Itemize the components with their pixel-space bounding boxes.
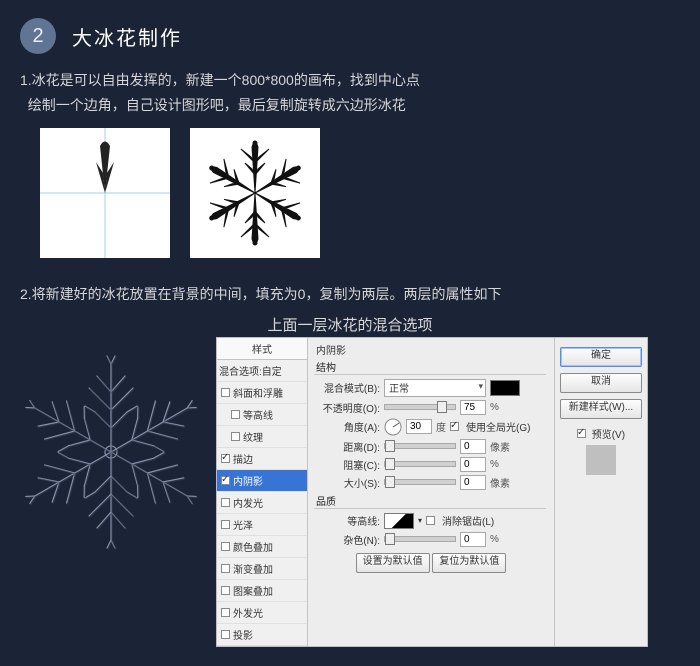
angle-unit: 度 <box>436 419 446 434</box>
percent-unit: % <box>490 534 499 545</box>
size-input[interactable] <box>460 475 486 490</box>
style-item-drop-shadow[interactable]: 投影 <box>217 624 307 646</box>
style-item-satin[interactable]: 光泽 <box>217 514 307 536</box>
noise-input[interactable] <box>460 532 486 547</box>
reset-default-button[interactable]: 复位为默认值 <box>432 553 506 573</box>
use-global-light-checkbox[interactable] <box>450 422 459 431</box>
dialog-actions: 确定 取消 新建样式(W)... 预览(V) <box>554 338 647 646</box>
step-title: 大冰花制作 <box>72 22 182 51</box>
style-list: 样式 混合选项:自定 斜面和浮雕 等高线 纹理 描边 内阴影 内发光 光泽 颜色… <box>217 338 308 646</box>
opacity-slider[interactable] <box>384 404 456 410</box>
opacity-label: 不透明度(O): <box>316 400 380 415</box>
angle-label: 角度(A): <box>316 419 380 434</box>
style-item-outer-glow[interactable]: 外发光 <box>217 602 307 624</box>
percent-unit: % <box>490 459 499 470</box>
thumb-snowflake-black <box>190 128 320 258</box>
noise-slider[interactable] <box>384 536 456 542</box>
angle-dial-icon[interactable] <box>384 418 402 436</box>
distance-slider[interactable] <box>384 443 456 449</box>
new-style-button[interactable]: 新建样式(W)... <box>560 399 642 419</box>
style-item-inner-shadow[interactable]: 内阴影 <box>217 470 307 492</box>
choke-input[interactable] <box>460 457 486 472</box>
group-structure: 结构 <box>314 359 546 375</box>
style-item-color-overlay[interactable]: 颜色叠加 <box>217 536 307 558</box>
layer-style-dialog: 样式 混合选项:自定 斜面和浮雕 等高线 纹理 描边 内阴影 内发光 光泽 颜色… <box>216 337 648 647</box>
step-number-badge: 2 <box>20 18 56 54</box>
style-item-pattern-overlay[interactable]: 图案叠加 <box>217 580 307 602</box>
dialog-caption: 上面一层冰花的混合选项 <box>0 312 700 335</box>
antialias-label: 消除锯齿(L) <box>442 513 494 528</box>
blend-mode-select[interactable]: 正常 <box>384 379 486 397</box>
blend-mode-label: 混合模式(B): <box>316 380 380 395</box>
chevron-down-icon[interactable]: ▾ <box>418 516 422 525</box>
style-item-texture[interactable]: 纹理 <box>217 426 307 448</box>
noise-label: 杂色(N): <box>316 532 380 547</box>
preview-swatch <box>586 445 616 475</box>
angle-input[interactable] <box>406 419 432 434</box>
use-global-light-label: 使用全局光(G) <box>466 419 530 434</box>
instruction-2: 2.将新建好的冰花放置在背景的中间，填充为0，复制为两层。两层的属性如下 <box>0 264 700 311</box>
instruction-1-line2: 绘制一个边角，自己设计图形吧，最后复制旋转成六边形冰花 <box>28 97 406 113</box>
group-quality: 品质 <box>314 493 546 509</box>
style-item-gradient-overlay[interactable]: 渐变叠加 <box>217 558 307 580</box>
panel-title: 内阴影 <box>316 342 546 357</box>
distance-unit: 像素 <box>490 439 510 454</box>
style-item-blending-options[interactable]: 混合选项:自定 <box>217 360 307 382</box>
ok-button[interactable]: 确定 <box>560 347 642 367</box>
shadow-color-swatch[interactable] <box>490 380 520 396</box>
preview-checkbox[interactable] <box>577 429 586 438</box>
style-item-stroke[interactable]: 描边 <box>217 448 307 470</box>
distance-label: 距离(D): <box>316 439 380 454</box>
contour-swatch[interactable] <box>384 513 414 529</box>
preview-snowflake-embossed <box>6 347 216 557</box>
cancel-button[interactable]: 取消 <box>560 373 642 393</box>
style-item-contour[interactable]: 等高线 <box>217 404 307 426</box>
distance-input[interactable] <box>460 439 486 454</box>
inner-shadow-panel: 内阴影 结构 混合模式(B): 正常 不透明度(O): % 角度(A): 度 使… <box>308 338 554 646</box>
instruction-1: 1.冰花是可以自由发挥的，新建一个800*800的画布，找到中心点 绘制一个边角… <box>0 62 700 122</box>
style-item-inner-glow[interactable]: 内发光 <box>217 492 307 514</box>
size-unit: 像素 <box>490 475 510 490</box>
contour-label: 等高线: <box>316 513 380 528</box>
opacity-input[interactable] <box>460 400 486 415</box>
percent-unit: % <box>490 402 499 413</box>
size-label: 大小(S): <box>316 475 380 490</box>
antialias-checkbox[interactable] <box>426 516 435 525</box>
instruction-1-line1: 1.冰花是可以自由发挥的，新建一个800*800的画布，找到中心点 <box>20 72 420 88</box>
size-slider[interactable] <box>384 479 456 485</box>
thumb-canvas-corner <box>40 128 170 258</box>
style-item-bevel[interactable]: 斜面和浮雕 <box>217 382 307 404</box>
choke-label: 阻塞(C): <box>316 457 380 472</box>
style-list-header: 样式 <box>217 338 307 360</box>
choke-slider[interactable] <box>384 461 456 467</box>
preview-label: 预览(V) <box>592 430 625 441</box>
set-default-button[interactable]: 设置为默认值 <box>356 553 430 573</box>
